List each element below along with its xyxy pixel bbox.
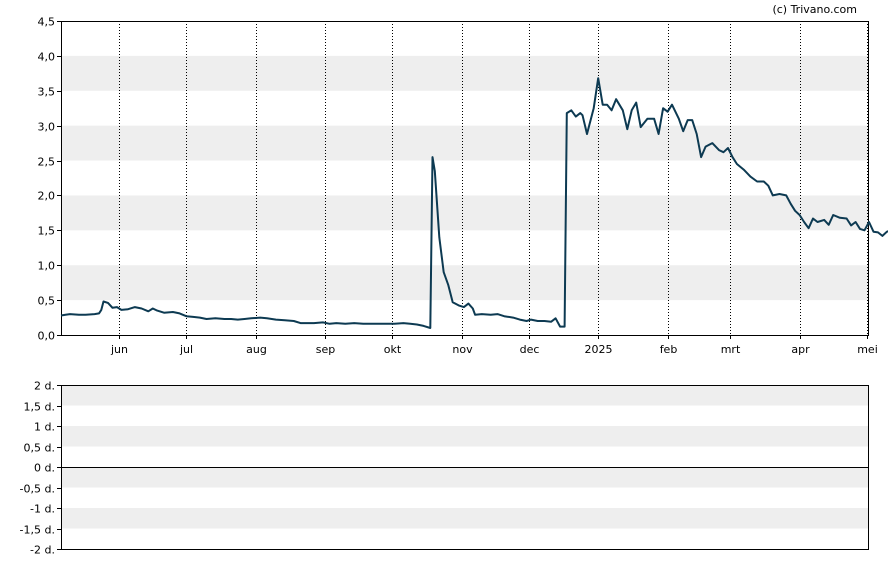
stock-chart: 0,0 0,5 1,0 1,5 2,0 2,5 3,0 3,5 4,0 4,5 jun jul aug…: [0, 0, 888, 565]
chart-canvas: 0,0 0,5 1,0 1,5 2,0 2,5 3,0 3,5 4,0 4,5 jun jul aug…: [20, 3, 888, 557]
y-tick-label: 1,5: [38, 225, 56, 238]
top-band: [61, 55, 869, 91]
x-tick-label: mrt: [721, 343, 741, 356]
x-tick-label: sep: [316, 343, 335, 356]
bottom-band: [61, 467, 869, 488]
x-tick-label: okt: [384, 343, 402, 356]
x-tick-label: mei: [857, 343, 878, 356]
x-tick-label: nov: [452, 343, 473, 356]
x-tick-label: dec: [520, 343, 540, 356]
x-tick-label: 2025: [585, 343, 613, 356]
x-tick-label: jun: [110, 343, 128, 356]
y-tick-label: 0,5: [38, 295, 56, 308]
x-tick-label: feb: [660, 343, 678, 356]
y-tick-label: -1 d.: [30, 503, 55, 516]
top-chart-bands: [61, 55, 869, 301]
top-chart-y-axis: 0,0 0,5 1,0 1,5 2,0 2,5 3,0 3,5 4,0 4,5: [38, 16, 61, 343]
copyright-label: (c) Trivano.com: [772, 3, 857, 16]
bottom-band: [61, 508, 869, 529]
top-chart-x-axis: jun jul aug sep okt nov dec 2025 feb mrt apr mei: [110, 335, 878, 356]
y-tick-label: 0 d.: [34, 462, 55, 475]
y-tick-label: 4,5: [38, 16, 56, 29]
y-tick-label: 1,5 d.: [24, 401, 55, 414]
bottom-chart-y-axis: 2 d. 1,5 d. 1 d. 0,5 d. 0 d. -0,5 d. -1 d. -1,5…: [20, 380, 61, 557]
top-band: [61, 195, 869, 231]
y-tick-label: 1 d.: [34, 421, 55, 434]
bottom-chart-bands: [61, 385, 869, 529]
y-tick-label: 4,0: [38, 51, 56, 64]
y-tick-label: -2 d.: [30, 544, 55, 557]
y-tick-label: 3,0: [38, 121, 56, 134]
x-tick-label: jul: [179, 343, 193, 356]
y-tick-label: -0,5 d.: [20, 483, 55, 496]
bottom-band: [61, 426, 869, 447]
y-tick-label: 2 d.: [34, 380, 55, 393]
x-tick-label: apr: [791, 343, 810, 356]
y-tick-label: -1,5 d.: [20, 524, 55, 537]
top-band: [61, 265, 869, 301]
y-tick-label: 2,5: [38, 156, 56, 169]
bottom-band: [61, 385, 869, 406]
y-tick-label: 3,5: [38, 86, 56, 99]
y-tick-label: 1,0: [38, 260, 56, 273]
y-tick-label: 2,0: [38, 190, 56, 203]
y-tick-label: 0,5 d.: [24, 442, 55, 455]
y-tick-label: 0,0: [38, 330, 56, 343]
top-band: [61, 125, 869, 161]
x-tick-label: aug: [246, 343, 267, 356]
